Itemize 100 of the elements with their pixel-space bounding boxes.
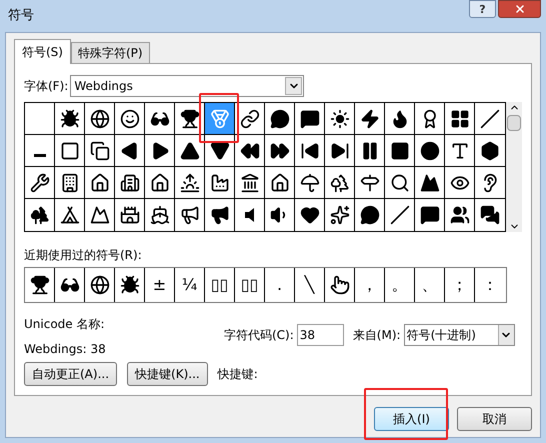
window-title: 符号 — [8, 7, 34, 26]
symbol-cell[interactable] — [385, 103, 415, 135]
pointing-hand-icon — [330, 275, 350, 295]
symbol-cell[interactable] — [85, 103, 115, 135]
symbol-cell[interactable] — [355, 103, 385, 135]
symbol-cell[interactable] — [445, 167, 475, 199]
symbol-cell[interactable] — [385, 135, 415, 167]
symbol-cell[interactable] — [115, 103, 145, 135]
from-dropdown[interactable]: 符号(十进制) — [404, 324, 515, 346]
underscore-icon — [34, 154, 46, 157]
symbol-cell[interactable] — [25, 167, 55, 199]
symbol-cell[interactable] — [265, 167, 295, 199]
symbol-cell[interactable] — [115, 167, 145, 199]
symbol-cell[interactable] — [415, 103, 445, 135]
dialog-button[interactable]: 自动更正(A)... — [24, 362, 118, 386]
scrollbar[interactable] — [506, 102, 522, 232]
mountain-icon — [90, 205, 110, 225]
square-icon — [390, 140, 410, 160]
symbol-cell[interactable] — [235, 103, 265, 135]
symbol-cell[interactable] — [55, 167, 85, 199]
symbol-cell[interactable] — [415, 167, 445, 199]
megaphone-icon — [210, 205, 230, 225]
fast-forward-icon — [270, 140, 290, 160]
heart-icon — [300, 205, 320, 225]
close-button[interactable] — [498, 0, 541, 18]
font-dropdown[interactable]: Webdings — [70, 75, 304, 97]
bug-icon — [120, 275, 140, 295]
trophy-icon — [30, 275, 50, 295]
globe-icon — [90, 108, 110, 128]
symbol-cell[interactable] — [85, 135, 115, 167]
lightning-icon — [360, 108, 380, 128]
symbol-cell[interactable] — [325, 167, 355, 199]
speaker-icon — [245, 208, 254, 222]
tent-icon — [60, 205, 80, 225]
symbol-cell[interactable] — [175, 103, 205, 135]
symbol-cell[interactable] — [205, 167, 235, 199]
help-button[interactable]: ? — [469, 0, 496, 18]
symbol-cell[interactable] — [55, 103, 85, 135]
symbol-cell[interactable] — [385, 167, 415, 199]
symbol-cell[interactable] — [415, 135, 445, 167]
symbol-cell[interactable] — [145, 135, 175, 167]
sparkles-icon — [330, 205, 350, 225]
tab[interactable]: 特殊字符(P) — [70, 42, 150, 63]
close-icon — [514, 3, 526, 15]
scroll-thumb[interactable] — [507, 115, 521, 131]
char-code-label: 字符代码(C): — [224, 327, 294, 344]
symbol-cell[interactable] — [175, 167, 205, 199]
ship-icon — [150, 205, 170, 225]
rewind-icon — [240, 140, 260, 160]
symbol-cell[interactable] — [325, 103, 355, 135]
umbrella-icon — [300, 172, 320, 192]
triangle-left-icon — [120, 140, 140, 160]
symbol-cell[interactable] — [115, 135, 145, 167]
window-icon — [60, 140, 80, 160]
speech-bubble-icon — [420, 205, 440, 225]
footer-button[interactable]: 插入(I) — [374, 407, 449, 431]
symbol-cell[interactable] — [55, 135, 85, 167]
symbol-cell[interactable] — [85, 167, 115, 199]
symbol-cell[interactable] — [25, 103, 55, 135]
char-code-field[interactable]: 38 — [296, 324, 344, 346]
house-icon — [150, 172, 170, 192]
symbol-cell[interactable] — [235, 135, 265, 167]
signpost-icon — [360, 172, 380, 192]
symbol-cell[interactable] — [145, 167, 175, 199]
font-label: 字体(F): — [24, 78, 68, 95]
squares-icon — [450, 108, 470, 128]
tab[interactable]: 符号(S) — [14, 39, 71, 64]
symbol-cell[interactable] — [325, 135, 355, 167]
symbol-cell[interactable] — [295, 103, 325, 135]
symbol-cell[interactable] — [295, 167, 325, 199]
skip-back-icon — [300, 140, 320, 160]
mountain-icon — [420, 172, 440, 192]
symbol-cell[interactable] — [235, 167, 265, 199]
windows-icon — [90, 140, 110, 160]
shortcut-label: 快捷键: — [218, 366, 258, 383]
trophy-icon — [180, 108, 200, 128]
symbol-cell[interactable] — [145, 103, 175, 135]
symbol-cell[interactable] — [25, 135, 55, 167]
symbol-cell[interactable] — [295, 135, 325, 167]
search-icon — [390, 172, 410, 192]
bug-icon — [60, 108, 80, 128]
city-icon — [120, 172, 140, 192]
symbol-cell[interactable] — [175, 135, 205, 167]
speech-bubble-icon — [270, 108, 290, 128]
globe-icon — [90, 275, 110, 295]
symbol-cell[interactable] — [355, 167, 385, 199]
house-icon — [270, 172, 290, 192]
symbol-cell[interactable] — [265, 135, 295, 167]
speech-bubble-icon — [300, 108, 320, 128]
building-icon — [60, 172, 80, 192]
footer-button[interactable]: 取消 — [457, 407, 532, 431]
symbol-cell[interactable] — [205, 103, 235, 135]
unicode-name-label: Unicode 名称: — [24, 316, 106, 333]
medal-icon — [210, 108, 230, 128]
symbol-cell[interactable] — [445, 135, 475, 167]
symbol-cell[interactable] — [355, 135, 385, 167]
symbol-cell[interactable] — [265, 103, 295, 135]
dialog-button[interactable]: 快捷键(K)... — [127, 362, 208, 386]
symbol-cell[interactable] — [445, 103, 475, 135]
symbol-cell[interactable] — [205, 135, 235, 167]
